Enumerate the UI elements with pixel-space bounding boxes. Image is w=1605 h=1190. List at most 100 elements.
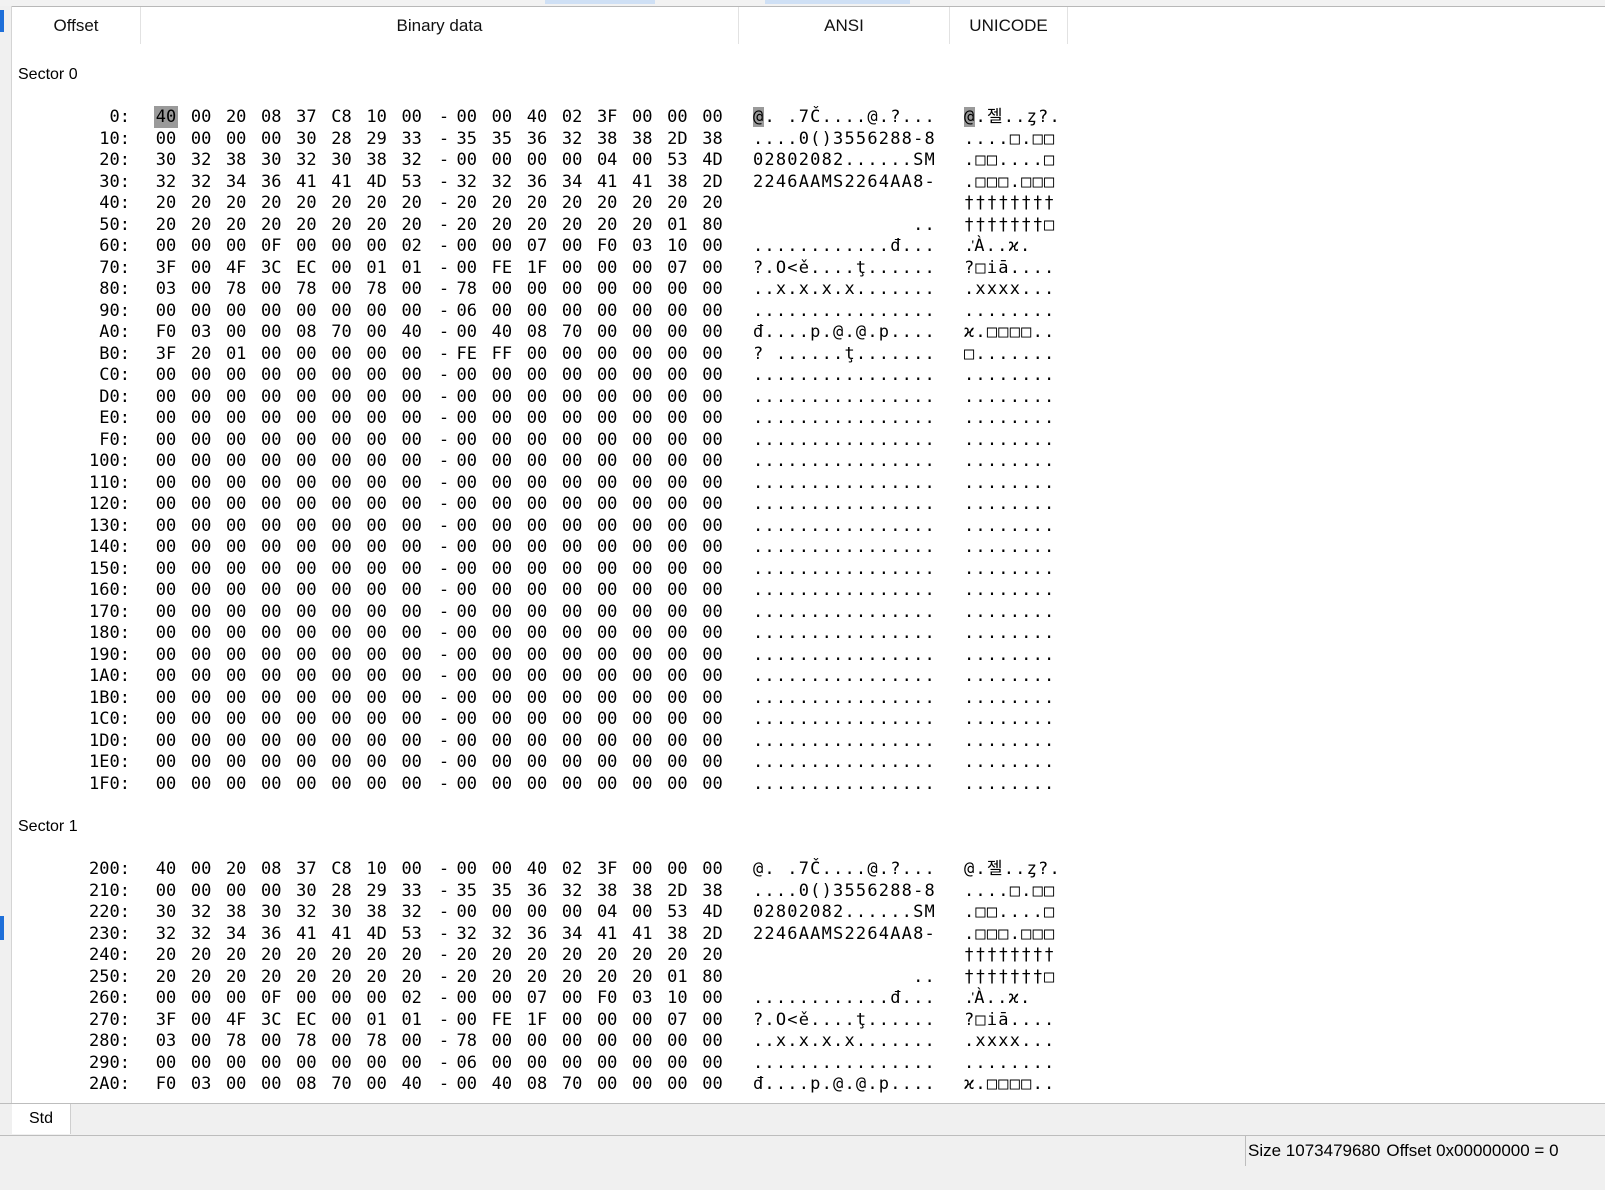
hex-byte[interactable]: 00: [365, 493, 389, 515]
hex-byte[interactable]: 00: [259, 1030, 283, 1052]
hex-byte[interactable]: 00: [365, 665, 389, 687]
hex-byte[interactable]: 08: [525, 1073, 549, 1095]
hex-byte[interactable]: 20: [400, 192, 424, 214]
hex-byte[interactable]: 00: [189, 300, 213, 322]
hex-byte[interactable]: 00: [595, 493, 619, 515]
hex-byte[interactable]: 00: [400, 730, 424, 752]
hex-byte[interactable]: 00: [455, 687, 479, 709]
hex-byte[interactable]: 00: [525, 364, 549, 386]
hex-byte[interactable]: 00: [294, 235, 318, 257]
hex-byte[interactable]: 00: [630, 622, 654, 644]
hex-row[interactable]: 190: 00 00 00 00 00 00 00 00 00 00 00 00 00 00 00 00-...…: [12, 644, 1605, 666]
hex-byte[interactable]: F0: [595, 235, 619, 257]
hex-byte[interactable]: 00: [330, 472, 354, 494]
hex-byte[interactable]: 41: [595, 923, 619, 945]
hex-row[interactable]: 20: 30 32 38 30 32 30 38 32 00 00 00 00 04 00 53 4D - 0280…: [12, 149, 1605, 171]
ansi-text[interactable]: @. .7Č....@.?...: [753, 106, 936, 128]
hex-byte[interactable]: 00: [701, 665, 725, 687]
hex-byte[interactable]: 00: [525, 278, 549, 300]
ansi-text[interactable]: 2246AAMS2264AA8-: [753, 923, 936, 945]
hex-byte[interactable]: 00: [330, 987, 354, 1009]
hex-byte[interactable]: 30: [154, 149, 178, 171]
hex-byte[interactable]: 00: [490, 235, 514, 257]
hex-byte[interactable]: 00: [154, 536, 178, 558]
hex-byte[interactable]: 00: [154, 773, 178, 795]
unicode-text[interactable]: ........: [964, 558, 1055, 580]
unicode-text[interactable]: ........: [964, 601, 1055, 623]
hex-byte[interactable]: 00: [330, 407, 354, 429]
hex-byte[interactable]: 00: [154, 579, 178, 601]
hex-byte[interactable]: 20: [154, 966, 178, 988]
hex-byte[interactable]: 00: [400, 558, 424, 580]
ansi-text[interactable]: 2246AAMS2264AA8-: [753, 171, 936, 193]
hex-byte[interactable]: 00: [330, 665, 354, 687]
ansi-text[interactable]: ................: [753, 493, 936, 515]
hex-byte[interactable]: 00: [400, 536, 424, 558]
hex-byte[interactable]: 00: [560, 515, 584, 537]
hex-byte[interactable]: 36: [525, 923, 549, 945]
hex-byte[interactable]: 00: [189, 665, 213, 687]
hex-byte[interactable]: 03: [154, 1030, 178, 1052]
hex-byte[interactable]: 00: [224, 300, 248, 322]
unicode-text[interactable]: ........: [964, 644, 1055, 666]
hex-byte[interactable]: 29: [365, 128, 389, 150]
hex-byte[interactable]: 00: [154, 515, 178, 537]
hex-byte[interactable]: 38: [665, 171, 689, 193]
hex-byte[interactable]: 00: [630, 708, 654, 730]
hex-row[interactable]: 1F0: 00 00 00 00 00 00 00 00 00 00 00 00 00 00 00 00-...…: [12, 773, 1605, 795]
hex-byte[interactable]: 00: [294, 987, 318, 1009]
hex-byte[interactable]: 00: [630, 665, 654, 687]
hex-byte[interactable]: 00: [365, 687, 389, 709]
ansi-text[interactable]: ................: [753, 536, 936, 558]
hex-row[interactable]: 30: 32 32 34 36 41 41 4D 53 32 32 36 34 41 41 38 2D - 2246…: [12, 171, 1605, 193]
hex-byte[interactable]: 00: [595, 708, 619, 730]
hex-byte[interactable]: 20: [154, 192, 178, 214]
hex-byte[interactable]: 1F: [525, 1009, 549, 1031]
hex-byte[interactable]: 00: [294, 708, 318, 730]
hex-byte[interactable]: 20: [525, 192, 549, 214]
hex-byte[interactable]: 00: [294, 730, 318, 752]
hex-byte[interactable]: 00: [455, 321, 479, 343]
hex-byte[interactable]: 30: [330, 149, 354, 171]
hex-byte[interactable]: 34: [224, 923, 248, 945]
hex-byte[interactable]: 70: [560, 321, 584, 343]
hex-byte[interactable]: 00: [224, 493, 248, 515]
hex-byte[interactable]: 00: [595, 773, 619, 795]
hex-byte[interactable]: 20: [701, 192, 725, 214]
hex-byte[interactable]: 4D: [365, 171, 389, 193]
hex-byte[interactable]: 00: [630, 149, 654, 171]
ansi-text[interactable]: [753, 192, 936, 214]
hex-row[interactable]: 2A0: F0 03 00 00 08 70 00 40 00 40 08 70 00 00 00 00- đ..…: [12, 1073, 1605, 1095]
hex-row[interactable]: 40: 20 20 20 20 20 20 20 20 20 20 20 20 20 20 20 20- †††…: [12, 192, 1605, 214]
hex-byte[interactable]: 00: [189, 730, 213, 752]
hex-byte[interactable]: 00: [330, 1009, 354, 1031]
hex-byte[interactable]: 00: [154, 880, 178, 902]
hex-byte[interactable]: 00: [560, 450, 584, 472]
hex-byte[interactable]: 00: [330, 300, 354, 322]
hex-byte[interactable]: 00: [455, 235, 479, 257]
hex-byte[interactable]: 00: [701, 472, 725, 494]
hex-byte[interactable]: 00: [630, 450, 654, 472]
unicode-text[interactable]: †††††††□: [964, 966, 1055, 988]
hex-byte[interactable]: 00: [259, 343, 283, 365]
hex-byte[interactable]: 00: [665, 386, 689, 408]
hex-byte[interactable]: 00: [560, 1009, 584, 1031]
hex-byte[interactable]: 00: [630, 106, 654, 128]
hex-byte[interactable]: 00: [330, 235, 354, 257]
hex-byte[interactable]: 20: [294, 966, 318, 988]
hex-byte[interactable]: 20: [525, 966, 549, 988]
hex-byte[interactable]: 34: [560, 171, 584, 193]
ansi-text[interactable]: ................: [753, 1052, 936, 1074]
hex-byte[interactable]: 00: [701, 106, 725, 128]
hex-byte[interactable]: 20: [330, 214, 354, 236]
hex-byte[interactable]: 00: [560, 407, 584, 429]
hex-byte[interactable]: 32: [400, 149, 424, 171]
hex-byte[interactable]: 00: [560, 386, 584, 408]
hex-byte[interactable]: 07: [665, 257, 689, 279]
hex-byte[interactable]: 00: [224, 429, 248, 451]
hex-byte[interactable]: 00: [294, 450, 318, 472]
hex-byte[interactable]: 00: [365, 730, 389, 752]
hex-byte[interactable]: 41: [294, 171, 318, 193]
hex-byte[interactable]: 00: [525, 472, 549, 494]
hex-byte[interactable]: 20: [455, 192, 479, 214]
